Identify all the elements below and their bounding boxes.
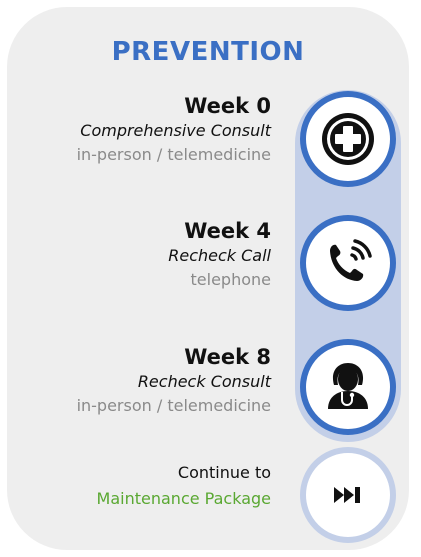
step-mode: telephone: [190, 270, 271, 289]
continue-text: Continue to: [177, 463, 271, 482]
step-name: Recheck Call: [168, 246, 271, 265]
step-name: Recheck Consult: [137, 372, 271, 391]
step-mode: in-person / telemedicine: [76, 396, 271, 415]
step-week-4: Week 4 Recheck Call telephone: [168, 218, 271, 292]
doctor-icon: [300, 339, 396, 435]
step-week-label: Week 4: [184, 219, 271, 243]
step-week-label: Week 0: [184, 94, 271, 118]
card-title: PREVENTION: [111, 37, 305, 67]
phone-call-icon: [300, 215, 396, 311]
medical-cross-icon: [300, 91, 396, 187]
step-week-0: Week 0 Comprehensive Consult in-person /…: [77, 93, 271, 167]
step-week-8: Week 8 Recheck Consult in-person / telem…: [77, 344, 271, 418]
prevention-card: PREVENTION Week 0 Comprehensive Consult …: [7, 7, 409, 550]
step-week-label: Week 8: [184, 345, 271, 369]
skip-forward-icon[interactable]: [300, 447, 396, 543]
step-mode: in-person / telemedicine: [76, 145, 271, 164]
continue-block: Continue to Maintenance Package: [97, 460, 271, 512]
step-name: Comprehensive Consult: [80, 121, 271, 140]
maintenance-package-link[interactable]: Maintenance Package: [97, 486, 271, 512]
